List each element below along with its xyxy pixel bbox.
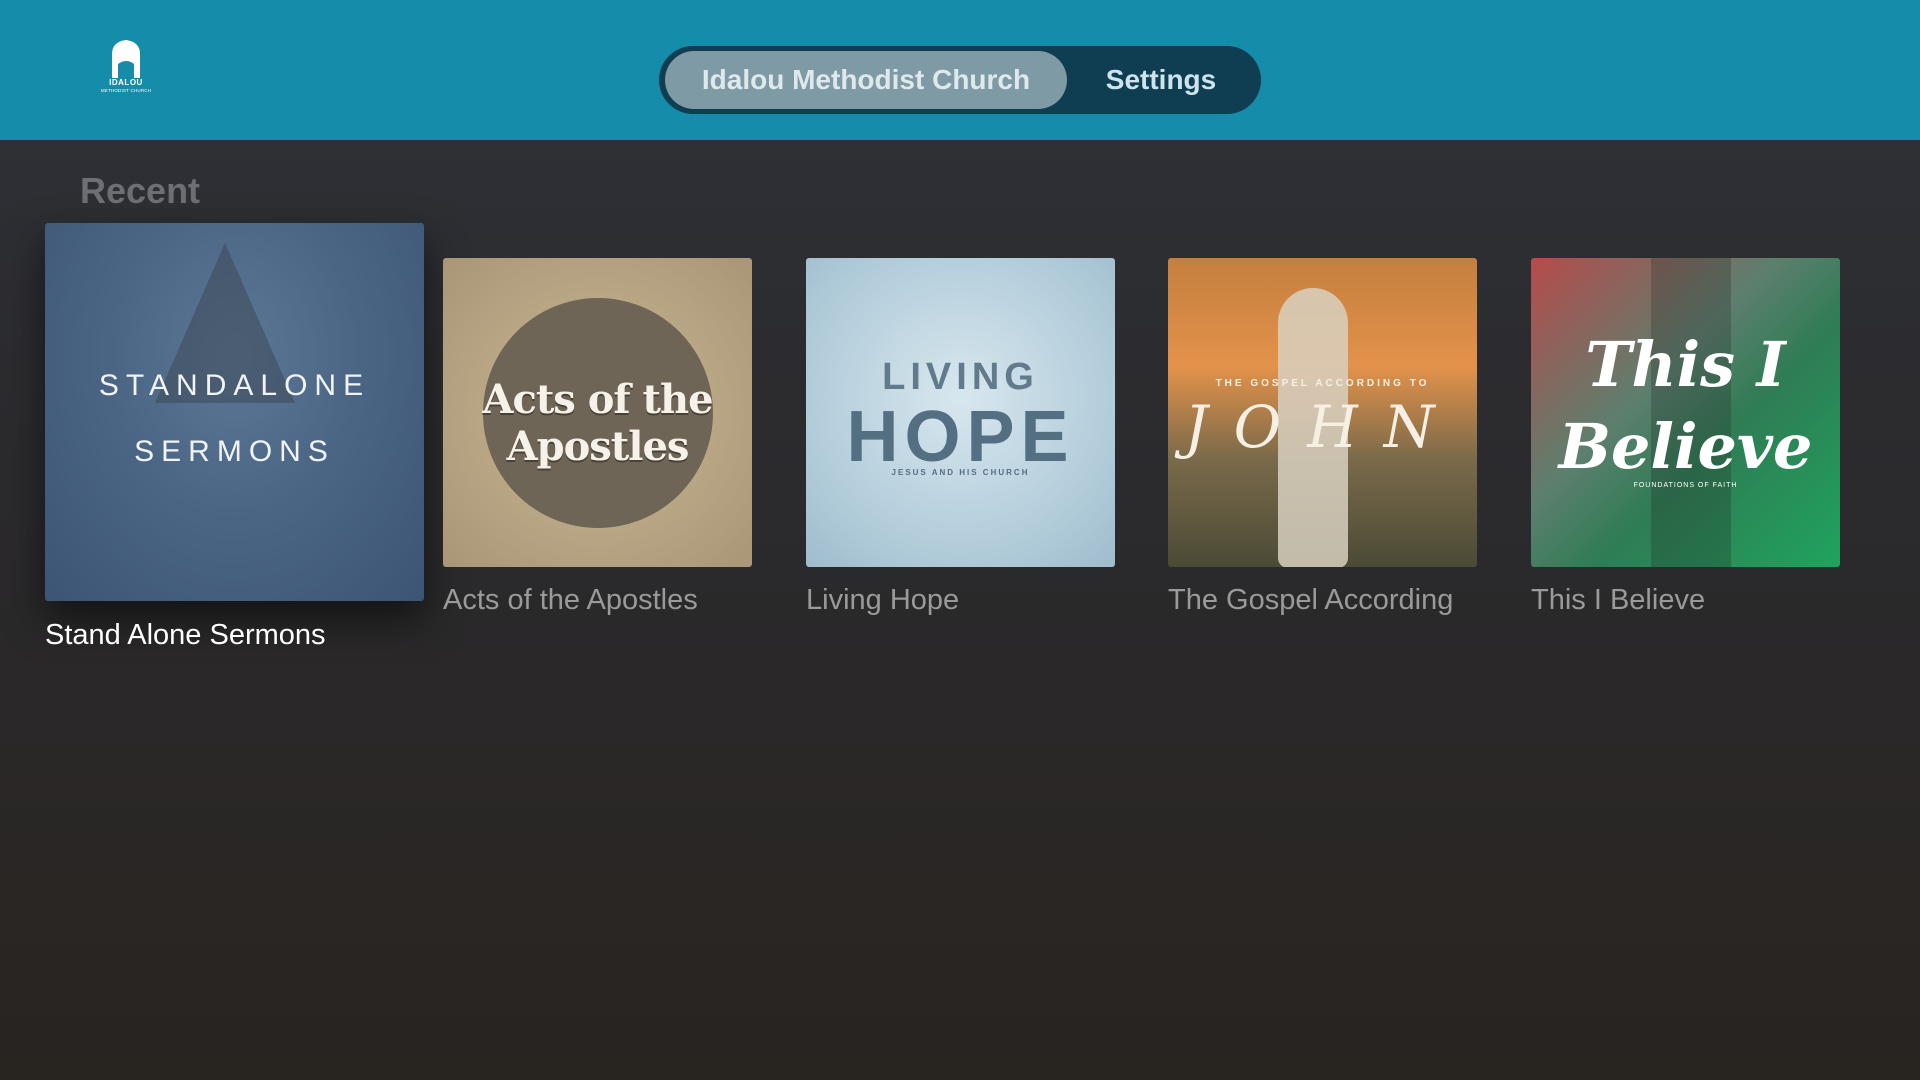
series-caption: Living Hope — [806, 584, 960, 616]
top-bar: IDALOU METHODIST CHURCH Idalou Methodist… — [0, 0, 1920, 140]
series-caption: Stand Alone Sermons — [45, 619, 326, 651]
tile-art-text: JOHN — [1184, 393, 1461, 461]
series-caption: Acts of the Apostles — [443, 584, 698, 616]
church-icon — [112, 40, 140, 78]
section-title-recent: Recent — [80, 170, 201, 211]
series-tile-stand-alone-sermons[interactable]: STANDALONE SERMONS — [45, 223, 424, 601]
series-tile-this-i-believe[interactable]: This I Believe FOUNDATIONS OF FAITH — [1531, 258, 1840, 567]
series-tile-gospel-of-john[interactable]: THE GOSPEL ACCORDING TO JOHN — [1168, 258, 1477, 567]
tile-art-text: This I — [1585, 328, 1786, 401]
tile-art-text: LIVING — [882, 356, 1039, 398]
tile-art-text: THE GOSPEL ACCORDING TO — [1215, 378, 1430, 389]
tab-settings[interactable]: Settings — [1067, 51, 1255, 109]
tile-art-text: SERMONS — [134, 435, 335, 468]
series-tile-living-hope[interactable]: LIVING HOPE JESUS AND HIS CHURCH — [806, 258, 1115, 567]
tab-idalou-methodist-church[interactable]: Idalou Methodist Church — [665, 51, 1067, 109]
tile-art-text: STANDALONE — [98, 369, 371, 402]
tile-art-text: JESUS AND HIS CHURCH — [891, 468, 1030, 477]
logo-text-methodist-church: METHODIST CHURCH — [100, 88, 152, 93]
tile-art-text: HOPE — [846, 397, 1075, 477]
series-caption: This I Believe — [1531, 584, 1706, 616]
tile-art-text: Believe — [1558, 410, 1813, 483]
tab-bar: Idalou Methodist Church Settings — [659, 46, 1261, 114]
tile-art-text: Acts of the Apostles — [482, 376, 713, 470]
tile-art-text: FOUNDATIONS OF FAITH — [1633, 482, 1738, 489]
church-logo: IDALOU METHODIST CHURCH — [98, 38, 154, 100]
logo-text-idalou: IDALOU — [109, 78, 143, 87]
series-tile-acts-of-the-apostles[interactable]: Acts of the Apostles — [443, 258, 752, 567]
series-caption: The Gospel According — [1168, 584, 1454, 616]
